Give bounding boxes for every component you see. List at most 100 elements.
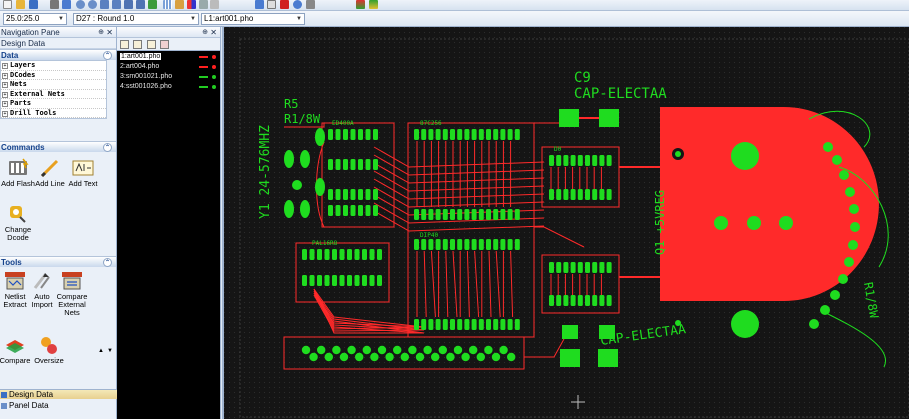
connector-pad: [309, 352, 318, 362]
tools-section-header[interactable]: Tools ⌃: [0, 256, 116, 267]
chevron-down-icon[interactable]: ▼: [57, 14, 65, 24]
ic-pad: [457, 239, 463, 250]
select-icon[interactable]: [210, 0, 219, 9]
layer-row[interactable]: 1:art001.pho: [117, 52, 220, 62]
expand-icon[interactable]: +: [2, 63, 8, 69]
layer-visible-dot[interactable]: [212, 85, 216, 89]
tools-grid: Netlist Extract Auto Import Compare Exte…: [0, 267, 116, 365]
layer-row[interactable]: 2:art004.pho: [117, 62, 220, 72]
move-icon[interactable]: [255, 0, 264, 9]
navigation-pane-title: Navigation Pane ⊕ ✕: [0, 27, 116, 38]
delete-icon[interactable]: [280, 0, 289, 9]
cut-icon[interactable]: [50, 0, 59, 9]
connector-pad: [408, 345, 417, 355]
layer-stack-alt-icon[interactable]: [369, 0, 378, 9]
grid-icon[interactable]: [163, 0, 172, 9]
chevron-down-icon[interactable]: ▼: [189, 14, 197, 24]
expand-icon[interactable]: +: [2, 101, 8, 107]
ic-pad: [377, 249, 382, 260]
pcb-drawing[interactable]: C9 CAP-ELECTAA R5 R1/8W Y1 24-576MHZ CAP…: [224, 27, 909, 419]
collapse-icon[interactable]: ⌃: [103, 51, 112, 60]
tree-item-parts[interactable]: + Parts: [1, 99, 106, 109]
aperture-combo[interactable]: 25.0:25.0 ▼: [3, 13, 67, 25]
ic-pad: [435, 239, 441, 250]
close-icon[interactable]: ✕: [106, 27, 113, 38]
ic-pad: [577, 262, 583, 273]
rotate-icon[interactable]: [293, 0, 302, 9]
tree-item-nets[interactable]: + Nets: [1, 80, 106, 90]
add-line-button[interactable]: Add Line: [32, 158, 68, 188]
zoom-previous-icon[interactable]: [124, 0, 133, 9]
copy-icon[interactable]: [267, 0, 276, 9]
compare-external-nets-button[interactable]: Compare External Nets: [54, 271, 90, 317]
zoom-in-icon[interactable]: [76, 0, 85, 9]
chevron-down-icon[interactable]: ▼: [295, 14, 303, 24]
aperture-value: 25.0:25.0: [6, 14, 40, 23]
dcode-combo[interactable]: D27 : Round 1.0 ▼: [73, 13, 199, 25]
layer-stack-icon[interactable]: [356, 0, 365, 9]
zoom-fit-icon[interactable]: [112, 0, 121, 9]
ic-pad: [570, 295, 576, 306]
tree-item-layers[interactable]: + Layers: [1, 61, 106, 71]
open-folder-icon[interactable]: [16, 0, 25, 9]
tree-item-external-nets[interactable]: + External Nets: [1, 90, 106, 99]
undo-icon[interactable]: [62, 0, 71, 9]
pin-icon[interactable]: ⊕: [98, 27, 104, 38]
layer-row[interactable]: 3:sm001021.pho: [117, 72, 220, 82]
layer-color-icon[interactable]: [187, 0, 196, 9]
close-icon[interactable]: ✕: [210, 27, 217, 38]
ic-pad: [514, 209, 520, 220]
expand-icon[interactable]: +: [2, 91, 8, 98]
add-text-button[interactable]: Add Text: [65, 158, 101, 188]
ic-pad: [549, 155, 554, 166]
expand-icon[interactable]: +: [2, 72, 8, 79]
collapse-icon[interactable]: ⌃: [103, 143, 112, 152]
change-dcode-button[interactable]: Change Dcode: [0, 204, 36, 242]
collapse-icon[interactable]: ⌃: [103, 258, 112, 267]
ic-pad: [577, 189, 583, 200]
mirror-icon[interactable]: [306, 0, 315, 9]
layer-delete-icon[interactable]: [160, 40, 169, 49]
zoom-all-icon[interactable]: [136, 0, 145, 9]
layer-properties-icon[interactable]: [147, 40, 156, 49]
layer-visible-dot[interactable]: [212, 55, 216, 59]
ic-pad: [563, 295, 569, 306]
ic-pad: [373, 205, 378, 216]
ic-pad: [421, 209, 427, 220]
redraw-icon[interactable]: [148, 0, 157, 9]
oversize-button[interactable]: Oversize: [31, 335, 67, 365]
tools-scroll-down-icon[interactable]: ▼: [107, 348, 113, 354]
layer-add-icon[interactable]: [120, 40, 129, 49]
layer-combo[interactable]: L1:art001.pho ▼: [201, 13, 305, 25]
data-section-header[interactable]: Data ⌃: [0, 49, 116, 60]
layer-visible-dot[interactable]: [212, 65, 216, 69]
tools-scroll-up-icon[interactable]: ▲: [98, 348, 104, 354]
layer-visible-dot[interactable]: [212, 75, 216, 79]
zoom-out-icon[interactable]: [88, 0, 97, 9]
expand-icon[interactable]: +: [2, 82, 8, 88]
zoom-window-icon[interactable]: [100, 0, 109, 9]
layer-color-swatch: [199, 76, 208, 78]
nav-design-data-tab[interactable]: Design Data: [0, 389, 117, 399]
compare-button[interactable]: Compare: [0, 335, 33, 365]
pin-icon[interactable]: ⊕: [202, 27, 208, 38]
tree-item-drill-tools[interactable]: + Drill Tools: [1, 109, 106, 118]
nav-panel-data-tab[interactable]: Panel Data: [0, 401, 117, 411]
expand-icon[interactable]: +: [2, 110, 8, 117]
tree-item-dcodes[interactable]: + DCodes: [1, 71, 106, 80]
change-dcode-label: Change Dcode: [4, 225, 32, 242]
c9-pad: [599, 109, 619, 127]
layer-name: 4:sst001026.pho: [120, 83, 172, 90]
ic-pad: [428, 209, 434, 220]
add-flash-button[interactable]: Add Flash: [0, 158, 36, 188]
commands-section-header[interactable]: Commands ⌃: [0, 141, 116, 152]
ic-pad: [507, 129, 513, 140]
layer-row[interactable]: 4:sst001026.pho: [117, 82, 220, 92]
pcb-canvas[interactable]: C9 CAP-ELECTAA R5 R1/8W Y1 24-576MHZ CAP…: [222, 27, 909, 419]
new-file-icon[interactable]: [3, 0, 12, 9]
ic-pad: [343, 205, 348, 216]
properties-icon[interactable]: [199, 0, 208, 9]
save-icon[interactable]: [29, 0, 38, 9]
layer-open-icon[interactable]: [133, 40, 142, 49]
snap-icon[interactable]: [175, 0, 184, 9]
